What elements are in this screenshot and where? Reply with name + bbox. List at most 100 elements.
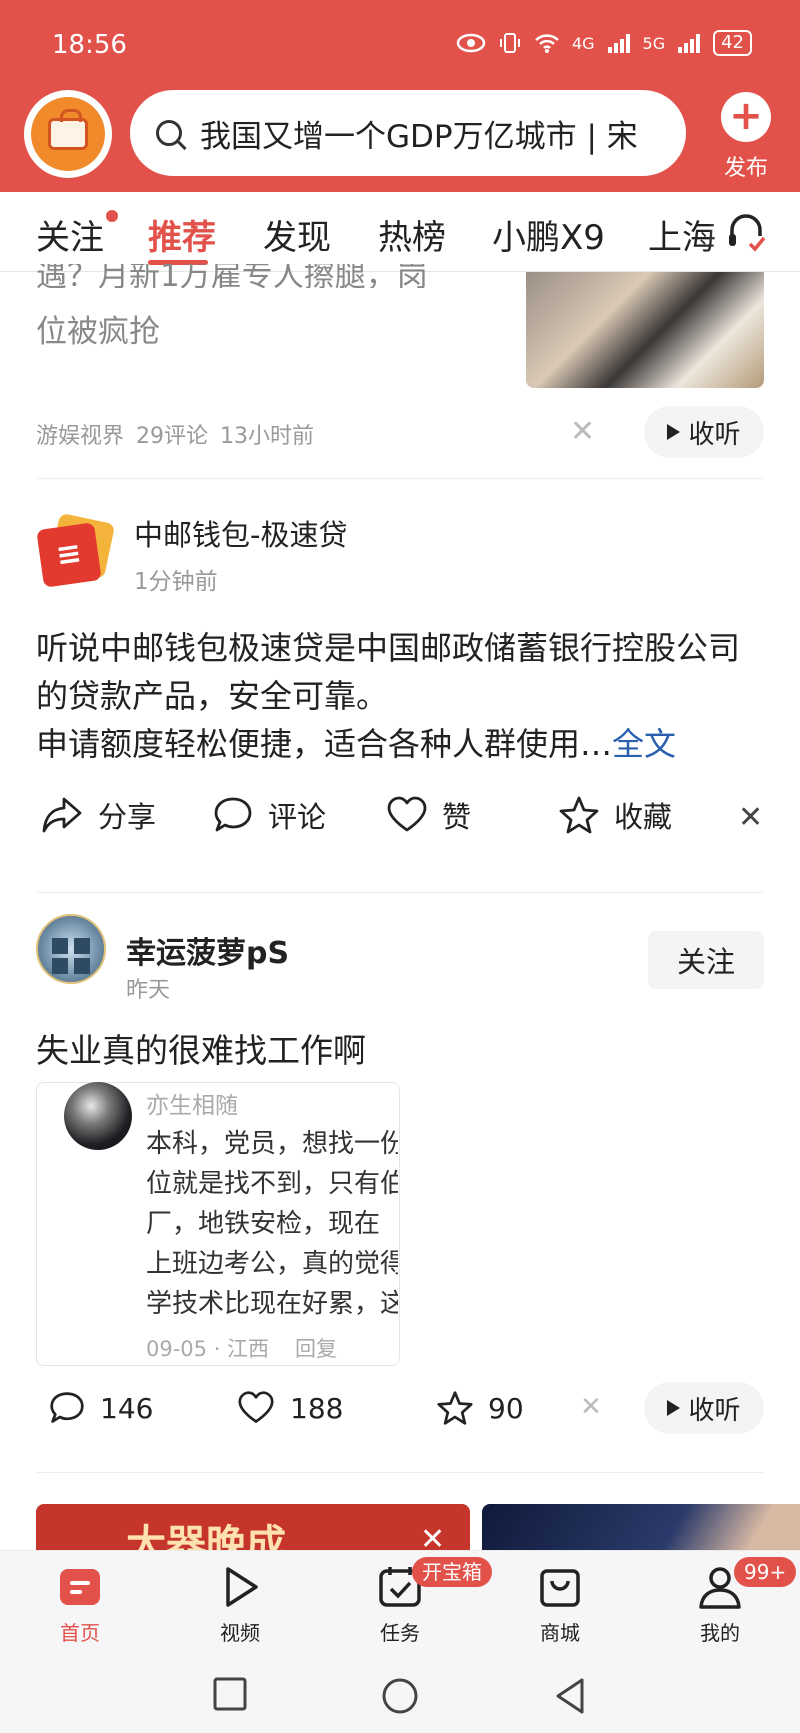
listen-label: 收听 (688, 1395, 741, 1426)
search-hot-query: 我国又增一个GDP万亿城市 | 宋 (200, 118, 638, 155)
favorite-label: 收藏 (614, 800, 673, 834)
recent-apps-icon[interactable] (212, 1676, 248, 1712)
heart-icon (238, 1391, 274, 1423)
status-bar: 18:56 4G 5G 42 (0, 0, 800, 90)
comment-button[interactable]: 评论 (212, 794, 326, 836)
eye-icon (456, 33, 486, 53)
divider (36, 478, 764, 479)
author-name[interactable]: 中邮钱包-极速贷 (134, 512, 347, 554)
play-icon (216, 1563, 264, 1611)
signal-icon-2 (678, 34, 701, 53)
briefcase-icon (31, 97, 105, 171)
follow-button[interactable]: 关注 (648, 931, 764, 989)
home-circle-icon[interactable] (380, 1676, 420, 1716)
quoted-meta: 09-05 · 江西 回复 (146, 1333, 337, 1363)
full-text-link[interactable]: 全文 (612, 725, 676, 763)
app-logo-button[interactable] (24, 90, 112, 178)
promo-banner-title: 大器晚成 (126, 1522, 286, 1550)
video-thumbnail[interactable] (482, 1504, 800, 1550)
like-count-button[interactable]: 188 (236, 1390, 343, 1426)
new-dot-badge (106, 210, 118, 222)
like-button[interactable]: 赞 (386, 794, 471, 836)
tab-recommend[interactable]: 推荐 (148, 210, 216, 259)
status-icons: 4G 5G 42 (456, 30, 752, 56)
play-icon (667, 1400, 681, 1416)
shopping-bag-icon (536, 1563, 584, 1611)
signal-icon (607, 34, 630, 53)
divider (36, 1472, 764, 1473)
tab-follow[interactable]: 关注 (36, 210, 104, 259)
share-icon (42, 797, 82, 833)
article-thumbnail[interactable] (526, 272, 764, 388)
nav-video[interactable]: 视频 (190, 1563, 290, 1646)
article-title-line-1: 遇？月新1万雇专人擦腿，岗 (36, 264, 428, 288)
post-time: 昨天 (126, 978, 171, 1003)
comment-icon (214, 797, 252, 832)
listen-button[interactable]: 收听 (644, 1382, 764, 1434)
divider (36, 892, 764, 893)
nav-home[interactable]: 首页 (30, 1563, 130, 1646)
listen-button[interactable]: 收听 (644, 406, 764, 458)
share-button[interactable]: 分享 (40, 794, 156, 836)
network-4g: 4G (571, 33, 595, 53)
post-time: 1分钟前 (134, 569, 218, 595)
nav-video-label: 视频 (220, 1621, 260, 1645)
comment-icon (50, 1392, 84, 1423)
author-name[interactable]: 幸运菠萝pS (126, 928, 289, 972)
article-time: 13小时前 (220, 424, 315, 449)
treasure-box-badge[interactable]: 开宝箱 (412, 1557, 492, 1587)
star-icon (559, 796, 599, 834)
quoted-text-line: 上班边考公，真的觉得 (146, 1249, 398, 1279)
quoted-text-line: 学技术比现在好累，这 (146, 1289, 398, 1319)
favorite-count: 90 (488, 1391, 524, 1425)
article-title[interactable]: 遇？月新1万雇专人擦腿，岗 位被疯抢 (36, 262, 496, 356)
network-5g: 5G (642, 33, 666, 53)
nav-mall[interactable]: 商城 (510, 1563, 610, 1646)
comment-label: 评论 (268, 800, 327, 834)
like-count: 188 (290, 1391, 344, 1425)
tab-shanghai[interactable]: 上海 (648, 210, 716, 259)
star-icon (437, 1391, 473, 1425)
dismiss-icon[interactable]: ✕ (738, 800, 763, 835)
home-icon (56, 1563, 104, 1611)
battery-indicator: 42 (713, 30, 752, 56)
wifi-icon (535, 34, 559, 53)
status-time: 18:56 (52, 30, 127, 60)
dismiss-icon[interactable]: ✕ (580, 1392, 602, 1422)
quoted-text-line: 本科，党员，想找一份 (146, 1129, 398, 1159)
comment-count-button[interactable]: 146 (48, 1390, 153, 1426)
quoted-text-line: 位就是找不到，只有伯 (146, 1169, 398, 1199)
share-label: 分享 (98, 800, 157, 834)
tab-hot[interactable]: 热榜 (378, 210, 446, 259)
post-body[interactable]: 听说中邮钱包极速贷是中国邮政储蓄银行控股公司的贷款产品，安全可靠。 申请额度轻松… (36, 624, 766, 768)
quoted-text: 本科，党员，想找一份 位就是找不到，只有伯 厂，地铁安检，现在 上班边考公，真的… (146, 1124, 398, 1324)
search-icon (156, 120, 182, 146)
dismiss-icon[interactable]: ✕ (570, 414, 595, 449)
comment-count: 146 (100, 1391, 154, 1425)
publish-button[interactable]: + 发布 (708, 92, 784, 182)
article-meta: 游娱视界 29评论 13小时前 (36, 418, 314, 450)
play-icon (667, 424, 681, 440)
favorite-count-button[interactable]: 90 (436, 1390, 524, 1426)
tab-discover[interactable]: 发现 (263, 210, 331, 259)
user-avatar[interactable] (36, 914, 106, 984)
publish-label: 发布 (723, 156, 768, 181)
bottom-nav: 首页 视频 任务 商城 我的 开宝箱 99+ (0, 1550, 800, 1654)
nav-home-label: 首页 (60, 1621, 100, 1645)
article-comment-count: 29评论 (136, 424, 209, 449)
tab-xpeng-x9[interactable]: 小鹏X9 (492, 210, 605, 259)
favorite-button[interactable]: 收藏 (558, 794, 672, 836)
quoted-text-line: 厂，地铁安检，现在 (146, 1209, 381, 1239)
article-source[interactable]: 游娱视界 (36, 418, 124, 450)
quoted-reply: 回复 (295, 1337, 338, 1361)
search-bar[interactable]: 我国又增一个GDP万亿城市 | 宋 (130, 90, 686, 176)
quoted-user-avatar (64, 1082, 132, 1150)
quoted-user-name: 亦生相随 (146, 1093, 238, 1119)
post-title[interactable]: 失业真的很难找工作啊 (36, 1024, 366, 1072)
postal-wallet-avatar[interactable]: ≡ (36, 512, 116, 588)
nav-mine-label: 我的 (700, 1621, 740, 1645)
like-label: 赞 (442, 800, 472, 834)
back-icon[interactable] (552, 1676, 588, 1716)
headset-icon[interactable] (726, 210, 766, 254)
notification-count-badge: 99+ (734, 1557, 797, 1587)
